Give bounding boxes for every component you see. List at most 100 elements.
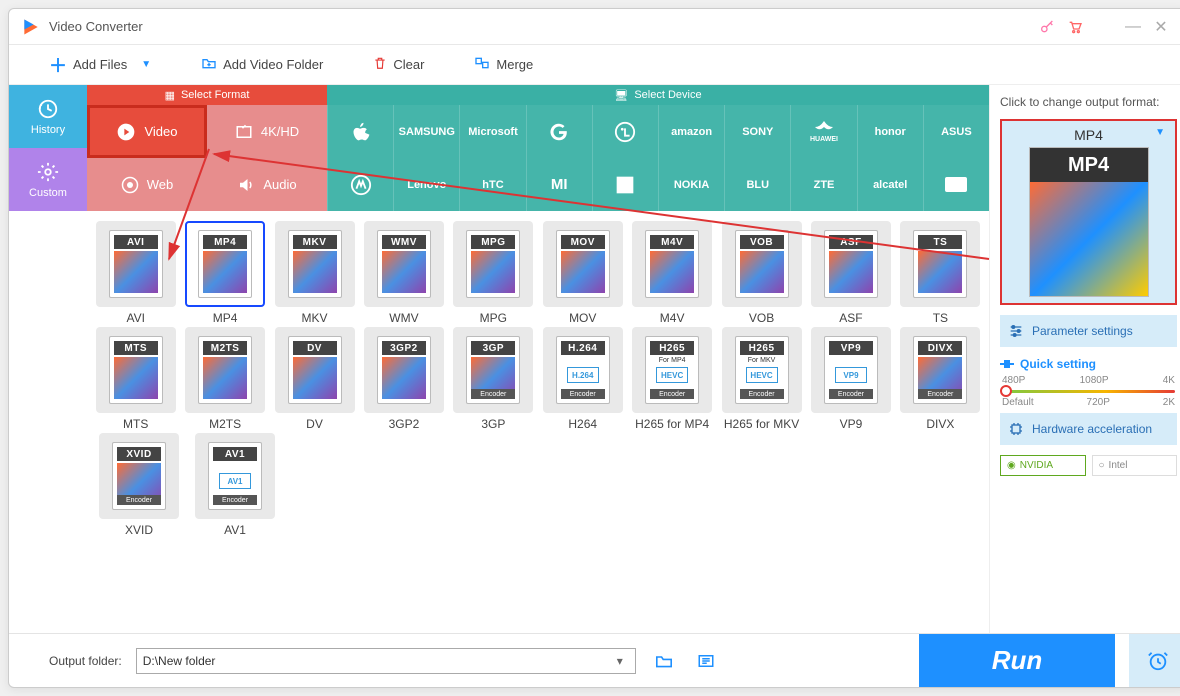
sliders-icon (1008, 323, 1024, 339)
format-xvid[interactable]: XVIDEncoderXVID (93, 433, 185, 537)
brand-oneplus[interactable] (592, 158, 658, 211)
history-button[interactable]: History (9, 85, 87, 148)
register-key-icon[interactable] (1033, 13, 1061, 41)
brand-sony[interactable]: SONY (724, 105, 790, 158)
category-audio[interactable]: Audio (207, 158, 327, 211)
format-dv[interactable]: DVDV (272, 327, 357, 431)
clear-button[interactable]: Clear (373, 55, 424, 74)
format-vob[interactable]: VOBVOB (719, 221, 804, 325)
chevron-down-icon: ▼ (1155, 127, 1165, 138)
output-folder-input[interactable]: D:\New folder ▾ (136, 648, 636, 674)
output-format-box[interactable]: MP4▼ MP4 (1000, 119, 1177, 305)
brand-lg[interactable] (592, 105, 658, 158)
open-folder-button[interactable] (650, 647, 678, 675)
toolbar: ＋ Add Files ▼ Add Video Folder Clear Mer… (9, 45, 1180, 85)
format-h265-for-mp4[interactable]: H265For MP4HEVCEncoderH265 for MP4 (629, 327, 714, 431)
play-circle-icon (116, 122, 136, 142)
format-av1[interactable]: AV1AV1EncoderAV1 (189, 433, 281, 537)
schedule-button[interactable] (1129, 634, 1180, 687)
hardware-accel-button[interactable]: Hardware acceleration (1000, 413, 1177, 445)
custom-label: Custom (29, 187, 67, 199)
tab-select-format[interactable]: ▦Select Format (87, 85, 327, 105)
format-mov[interactable]: MOVMOV (540, 221, 625, 325)
intel-icon: ○ (1099, 460, 1105, 471)
format-mkv[interactable]: MKVMKV (272, 221, 357, 325)
format-ts[interactable]: TSTS (898, 221, 983, 325)
brand-amazon[interactable]: amazon (658, 105, 724, 158)
app-logo-icon (21, 17, 41, 37)
format-mp4[interactable]: MP4MP4 (182, 221, 267, 325)
format-vp9[interactable]: VP9VP9EncoderVP9 (808, 327, 893, 431)
brand-samsung[interactable]: SAMSUNG (393, 105, 459, 158)
category-4k-hd[interactable]: 4K/HD (207, 105, 327, 158)
brand-g[interactable] (526, 105, 592, 158)
custom-button[interactable]: Custom (9, 148, 87, 211)
close-button[interactable]: ✕ (1147, 13, 1175, 41)
brand-microsoft[interactable]: Microsoft (459, 105, 525, 158)
brand-huawei[interactable]: HUAWEI (790, 105, 856, 158)
format-grid: AVIAVIMP4MP4MKVMKVWMVWMVMPGMPGMOVMOVM4VM… (87, 211, 989, 633)
brand-honor[interactable]: honor (857, 105, 923, 158)
quick-setting-slider[interactable]: 480P1080P4K Default720P2K (1002, 375, 1175, 403)
format-h265-for-mkv[interactable]: H265For MKVHEVCEncoderH265 for MKV (719, 327, 804, 431)
gpu-nvidia-button[interactable]: ◉NVIDIA (1000, 455, 1086, 476)
alarm-icon (1147, 650, 1169, 672)
app-title: Video Converter (49, 19, 1033, 34)
playlist-button[interactable] (692, 647, 720, 675)
format-m2ts[interactable]: M2TSM2TS (182, 327, 267, 431)
format-3gp[interactable]: 3GPEncoder3GP (451, 327, 536, 431)
parameter-settings-button[interactable]: Parameter settings (1000, 315, 1177, 347)
brand-apple[interactable] (327, 105, 393, 158)
brand-moto[interactable] (327, 158, 393, 211)
tab-select-device[interactable]: 🖥Select Device (327, 85, 989, 105)
folder-plus-icon (201, 56, 217, 73)
path-dropdown-icon[interactable]: ▾ (611, 654, 629, 668)
format-asf[interactable]: ASFASF (808, 221, 893, 325)
dropdown-icon[interactable]: ▼ (141, 59, 151, 70)
merge-button[interactable]: Merge (474, 56, 533, 73)
run-button[interactable]: Run (919, 634, 1115, 687)
plus-icon: ＋ (49, 52, 67, 78)
merge-icon (474, 56, 490, 73)
brand-blu[interactable]: BLU (724, 158, 790, 211)
add-folder-label: Add Video Folder (223, 57, 323, 72)
hardware-accel-label: Hardware acceleration (1032, 422, 1152, 436)
brand-nokia[interactable]: NOKIA (658, 158, 724, 211)
minimize-button[interactable]: — (1119, 13, 1147, 41)
history-icon (37, 98, 59, 120)
cart-icon[interactable] (1061, 13, 1089, 41)
output-folder-label: Output folder: (49, 654, 122, 668)
category-video[interactable]: Video (87, 105, 207, 158)
center-panel: ▦Select Format 🖥Select Device Video Web (87, 85, 989, 633)
hd-icon (235, 123, 253, 141)
format-avi[interactable]: AVIAVI (93, 221, 178, 325)
format-h264[interactable]: H.264H.264EncoderH264 (540, 327, 625, 431)
clear-label: Clear (393, 57, 424, 72)
format-mpg[interactable]: MPGMPG (451, 221, 536, 325)
brand-zte[interactable]: ZTE (790, 158, 856, 211)
right-panel: Click to change output format: MP4▼ MP4 … (989, 85, 1180, 633)
brand-asus[interactable]: ASUS (923, 105, 989, 158)
category-web[interactable]: Web (87, 158, 207, 211)
device-icon: 🖥 (614, 89, 628, 102)
gear-icon (37, 161, 59, 183)
format-wmv[interactable]: WMVWMV (361, 221, 446, 325)
brand-htc[interactable]: hTC (459, 158, 525, 211)
brand-lenovo[interactable]: Lenovo (393, 158, 459, 211)
brand-mi[interactable]: MI (526, 158, 592, 211)
add-folder-button[interactable]: Add Video Folder (201, 56, 323, 73)
format-3gp2[interactable]: 3GP23GP2 (361, 327, 446, 431)
add-files-button[interactable]: ＋ Add Files ▼ (49, 52, 151, 78)
add-files-label: Add Files (73, 57, 127, 72)
trash-icon (373, 55, 387, 74)
format-divx[interactable]: DIVXEncoderDIVX (898, 327, 983, 431)
brand-tv[interactable]: TV (923, 158, 989, 211)
gpu-intel-button[interactable]: ○Intel (1092, 455, 1178, 476)
slider-thumb[interactable] (1000, 385, 1012, 397)
parameter-settings-label: Parameter settings (1032, 324, 1133, 338)
speaker-icon (237, 176, 255, 194)
brand-alcatel[interactable]: alcatel (857, 158, 923, 211)
quick-setting-label: Quick setting (1000, 357, 1177, 371)
format-m4v[interactable]: M4VM4V (629, 221, 714, 325)
format-mts[interactable]: MTSMTS (93, 327, 178, 431)
